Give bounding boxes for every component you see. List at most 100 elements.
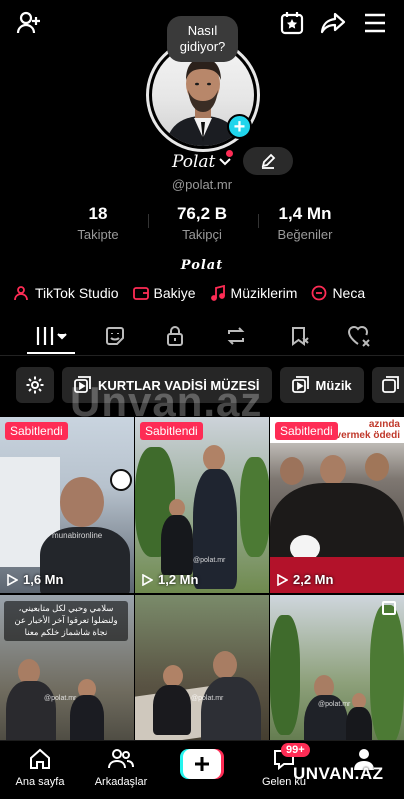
add-friend-icon[interactable] xyxy=(14,8,44,38)
playlist-chip-more[interactable] xyxy=(371,367,404,403)
thumb-tree xyxy=(270,615,300,735)
thumb-face xyxy=(60,477,104,527)
view-count: 2,2 Mn xyxy=(276,572,333,587)
tab-liked[interactable] xyxy=(345,324,373,348)
thumb-face xyxy=(365,453,389,481)
pencil-icon xyxy=(261,153,276,169)
playlist-chip-kurtlar[interactable]: KURTLAR VADİSİ MÜZESİ xyxy=(62,367,272,403)
chip-label: KURTLAR VADİSİ MÜZESİ xyxy=(98,377,260,393)
link-label: Neca xyxy=(332,285,366,301)
wallet-icon xyxy=(132,287,149,300)
view-count: 1,2 Mn xyxy=(141,572,198,587)
thumb-watermark: @polat.mr xyxy=(44,695,77,702)
share-icon[interactable] xyxy=(318,8,348,38)
stat-followers[interactable]: 76,2 B Takipçi xyxy=(163,204,241,242)
playlist-chip-muzik[interactable]: Müzik xyxy=(279,367,364,403)
friends-icon xyxy=(108,749,134,769)
content-tabs xyxy=(0,318,404,356)
copy-icon xyxy=(382,601,396,615)
tab-reposts[interactable] xyxy=(222,324,250,348)
thumb-watermark: munabironline xyxy=(52,531,103,540)
stat-likes-label: Beğeniler xyxy=(277,227,333,242)
stat-following-label: Takipte xyxy=(77,227,119,242)
view-count-value: 1,2 Mn xyxy=(158,572,199,587)
thumb-caption-line-3: نجاة شاشماز خلكم معنا xyxy=(24,627,108,637)
thumb-face xyxy=(163,665,183,687)
stat-likes-value: 1,4 Mn xyxy=(278,204,332,223)
create-button[interactable] xyxy=(180,749,224,779)
thumb-face xyxy=(203,445,225,471)
edit-profile-button[interactable] xyxy=(243,147,293,175)
pinned-badge: Sabitlendi xyxy=(140,422,203,440)
link-label: TikTok Studio xyxy=(35,285,119,301)
nav-friends-label: Arkadaşlar xyxy=(94,776,148,788)
bubble-line-2: gidiyor? xyxy=(179,39,226,54)
video-thumbnail[interactable]: azında yola vermek ödedi Sabitlendi 2,2 … xyxy=(270,417,404,593)
thumb-watermark: @polat.mr xyxy=(193,557,226,564)
music-note-icon xyxy=(210,285,225,301)
person-icon xyxy=(14,286,28,301)
tab-videos[interactable] xyxy=(34,324,70,348)
sticker-icon xyxy=(106,327,124,345)
pinned-badge: Sabitlendi xyxy=(275,422,338,440)
heart-icon xyxy=(347,326,370,347)
view-count: 1,6 Mn xyxy=(6,572,63,587)
brand-watermark: UNVAN.AZ xyxy=(293,764,384,783)
view-count-value: 1,6 Mn xyxy=(23,572,64,587)
stat-following[interactable]: 18 Takipte xyxy=(62,204,134,242)
menu-icon[interactable] xyxy=(360,8,390,38)
playlist-icon xyxy=(74,376,91,393)
thumb-tree xyxy=(370,605,404,745)
link-label: Bakiye xyxy=(153,285,196,301)
thumb-logo xyxy=(110,469,132,491)
thumb-face xyxy=(280,457,304,485)
pinned-badge: Sabitlendi xyxy=(5,422,68,440)
status-bubble[interactable]: Nasıl gidiyor? xyxy=(167,16,238,62)
star-calendar-icon[interactable] xyxy=(277,8,307,38)
thumb-tree xyxy=(240,457,269,557)
thumb-caption: سلامي وحبي لكل متابعيني، ولنضلوا تعرفوا … xyxy=(4,602,128,638)
profile-bio: Polat xyxy=(180,258,224,273)
tab-stickers[interactable] xyxy=(101,324,129,348)
thumb-face xyxy=(213,651,237,679)
stat-followers-label: Takipçi xyxy=(182,227,222,242)
link-tiktok-studio[interactable]: TikTok Studio xyxy=(14,283,119,303)
gear-icon xyxy=(26,376,44,394)
thumb-caption-line-1: سلامي وحبي لكل متابعيني، xyxy=(18,603,114,613)
bubble-line-1: Nasıl xyxy=(187,23,218,38)
profile-name: Polat xyxy=(172,152,216,172)
stat-divider xyxy=(258,214,259,228)
thumb-caption-line-2: ولنضلوا تعرفوا آخر الأخبار عن xyxy=(14,615,118,625)
chip-label: Müzik xyxy=(315,377,352,393)
bookmark-icon xyxy=(292,327,309,346)
stat-following-value: 18 xyxy=(88,204,108,223)
nav-home-label: Ana sayfa xyxy=(15,776,65,788)
play-icon xyxy=(142,573,153,586)
home-icon xyxy=(30,748,50,769)
playlist-icon xyxy=(291,376,309,393)
play-icon xyxy=(7,573,18,586)
tab-private[interactable] xyxy=(161,324,189,348)
playlist-settings-button[interactable] xyxy=(16,367,54,403)
view-count-value: 2,2 Mn xyxy=(293,572,334,587)
video-thumbnail[interactable]: munabironline Sabitlendi 1,6 Mn xyxy=(0,417,134,593)
nav-friends[interactable]: Arkadaşlar xyxy=(81,747,161,788)
nav-home[interactable]: Ana sayfa xyxy=(0,747,80,788)
lock-icon xyxy=(167,326,183,346)
inbox-badge: 99+ xyxy=(281,743,310,757)
thumb-body xyxy=(153,685,191,735)
video-thumbnail[interactable]: @polat.mr Sabitlendi 1,2 Mn xyxy=(135,417,269,593)
profile-handle: @polat.mr xyxy=(171,177,233,192)
notification-dot xyxy=(226,150,233,157)
profile-name-switcher[interactable]: Polat xyxy=(172,150,233,174)
stat-likes[interactable]: 1,4 Mn Beğeniler xyxy=(266,204,344,242)
thumb-watermark: @polat.mr xyxy=(318,701,351,708)
play-icon xyxy=(277,573,288,586)
add-story-plus-icon[interactable]: + xyxy=(227,114,252,139)
playlist-chips: KURTLAR VADİSİ MÜZESİ Müzik xyxy=(16,367,404,405)
link-my-music[interactable]: Müziklerim xyxy=(210,283,297,303)
tab-saved[interactable] xyxy=(286,324,314,348)
link-balance[interactable]: Bakiye xyxy=(132,283,196,303)
thumb-watermark: @polat.mr xyxy=(191,695,224,702)
link-gifts[interactable]: Neca xyxy=(311,283,365,303)
